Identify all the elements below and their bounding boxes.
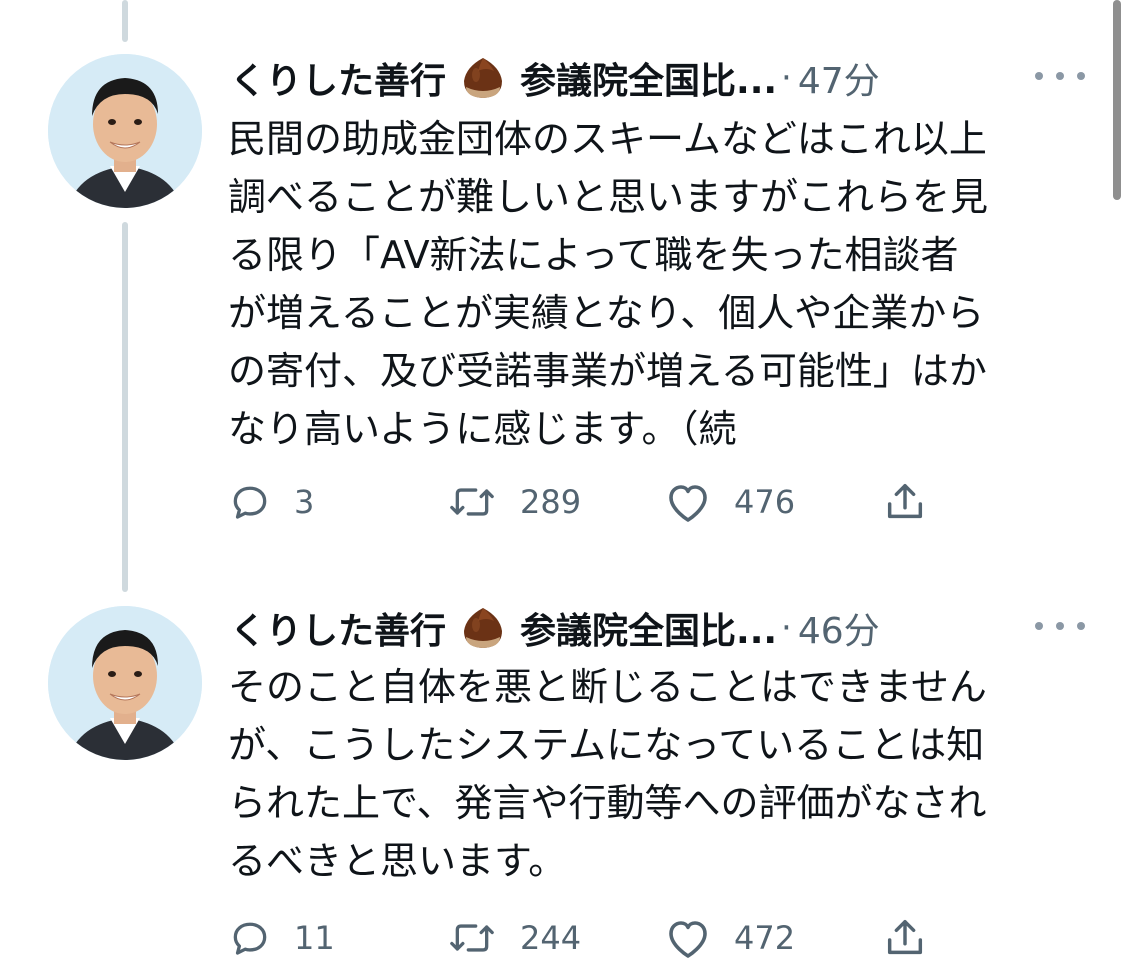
avatar[interactable] bbox=[48, 606, 202, 760]
tweet-line: 民間の助成金団体のスキームなどはこれ以上 bbox=[228, 117, 987, 161]
tweet-line: なり高いように感じます。（続 bbox=[228, 407, 737, 451]
like-count: 476 bbox=[734, 483, 796, 521]
tweet[interactable]: くりした善行 参議院全国比... · 46分 そのこと自体を悪と断じることはでき… bbox=[0, 598, 1125, 975]
author-name[interactable]: くりした善行 bbox=[230, 52, 446, 104]
share-button[interactable] bbox=[882, 474, 928, 530]
chestnut-emoji bbox=[460, 605, 506, 651]
action-bar: 3 289 476 bbox=[228, 474, 948, 530]
author-title[interactable]: 参議院全国比... bbox=[520, 602, 777, 654]
tweet-line: られた上で、発言や行動等への評価がなされ bbox=[228, 781, 987, 825]
more-icon[interactable] bbox=[1035, 606, 1085, 646]
reply-count: 3 bbox=[294, 483, 315, 521]
author-name[interactable]: くりした善行 bbox=[230, 602, 446, 654]
retweet-button[interactable]: 289 bbox=[446, 474, 581, 530]
retweet-icon bbox=[450, 924, 494, 952]
tweet-line: が、こうしたシステムになっていることは知 bbox=[228, 723, 985, 767]
reply-button[interactable]: 3 bbox=[228, 474, 314, 530]
tweet-text: 民間の助成金団体のスキームなどはこれ以上 調べることが難しいと思いますがこれらを… bbox=[228, 110, 1078, 458]
retweet-count: 244 bbox=[520, 919, 582, 957]
tweet-line: るべきと思います。 bbox=[228, 839, 567, 883]
author-title[interactable]: 参議院全国比... bbox=[520, 52, 777, 104]
like-button[interactable]: 472 bbox=[664, 910, 795, 966]
avatar[interactable] bbox=[48, 54, 202, 208]
retweet-icon bbox=[450, 488, 494, 516]
tweet[interactable]: くりした善行 参議院全国比... · 47分 民間の助成金団体のスキームなどはこ… bbox=[0, 48, 1125, 538]
retweet-count: 289 bbox=[520, 483, 582, 521]
reply-icon bbox=[233, 486, 267, 519]
tweet-line: そのこと自体を悪と断じることはできません bbox=[228, 665, 987, 709]
tweet-header: くりした善行 参議院全国比... · 47分 bbox=[230, 48, 1085, 108]
tweet-line: 調べることが難しいと思いますがこれらを見 bbox=[228, 175, 989, 219]
separator-dot: · bbox=[781, 608, 792, 648]
thread-line-top bbox=[122, 0, 128, 42]
heart-icon bbox=[669, 485, 707, 522]
tweet-line: の寄付、及び受諾事業が増える可能性」はか bbox=[228, 349, 987, 393]
heart-icon bbox=[669, 921, 707, 958]
like-count: 472 bbox=[734, 919, 796, 957]
tweet-line: る限り「AV新法によって職を失った相談者 bbox=[228, 233, 959, 277]
tweet-header: くりした善行 参議院全国比... · 46分 bbox=[230, 598, 1085, 658]
chestnut-emoji bbox=[460, 55, 506, 101]
separator-dot: · bbox=[781, 58, 792, 98]
timestamp[interactable]: 46分 bbox=[798, 602, 880, 654]
share-icon bbox=[887, 919, 923, 955]
share-icon bbox=[887, 483, 923, 519]
reply-icon bbox=[233, 922, 267, 955]
retweet-button[interactable]: 244 bbox=[446, 910, 581, 966]
more-icon[interactable] bbox=[1035, 56, 1085, 96]
timestamp[interactable]: 47分 bbox=[798, 52, 880, 104]
tweet-line: が増えることが実績となり、個人や企業から bbox=[228, 291, 985, 335]
action-bar: 11 244 472 bbox=[228, 910, 948, 966]
like-button[interactable]: 476 bbox=[664, 474, 795, 530]
tweet-text: そのこと自体を悪と断じることはできません が、こうしたシステムになっていることは… bbox=[228, 658, 1078, 890]
share-button[interactable] bbox=[882, 910, 928, 966]
reply-button[interactable]: 11 bbox=[228, 910, 335, 966]
reply-count: 11 bbox=[294, 919, 335, 957]
